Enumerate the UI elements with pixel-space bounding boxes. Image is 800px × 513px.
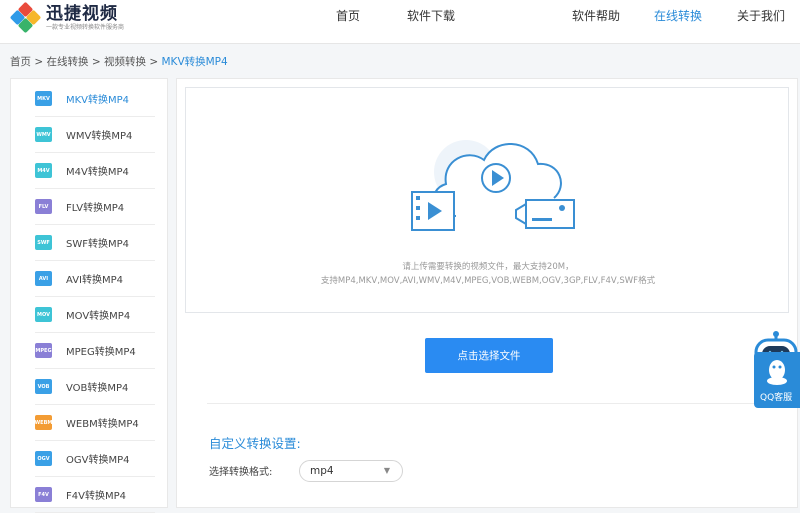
sidebar-item-mov[interactable]: MOV MOV转换MP4 bbox=[35, 297, 155, 333]
nav-home[interactable]: 首页 bbox=[336, 0, 360, 32]
upload-dropzone[interactable]: 请上传需要转换的视频文件，最大支持20M， 支持MP4,MKV,MOV,AVI,… bbox=[185, 87, 789, 313]
sidebar-item-label: M4V转换MP4 bbox=[66, 167, 129, 178]
sidebar-item-webm[interactable]: WEBM WEBM转换MP4 bbox=[35, 405, 155, 441]
select-file-button[interactable]: 点击选择文件 bbox=[425, 338, 553, 373]
sidebar-item-label: MKV转换MP4 bbox=[66, 95, 130, 106]
nav-online-convert[interactable]: 在线转换 bbox=[654, 0, 702, 32]
logo-subtitle: 一款专业视频转换软件服务商 bbox=[46, 24, 125, 31]
site-logo[interactable]: 迅捷视频 一款专业视频转换软件服务商 bbox=[9, 1, 125, 34]
sidebar-item-mpeg[interactable]: MPEG MPEG转换MP4 bbox=[35, 333, 155, 369]
logo-icon bbox=[9, 1, 42, 34]
breadcrumb: 首页 > 在线转换 > 视频转换 > MKV转换MP4 bbox=[10, 54, 228, 69]
sidebar-item-label: WEBM转换MP4 bbox=[66, 419, 139, 430]
mov-file-icon: MOV bbox=[35, 307, 52, 322]
main-panel: 请上传需要转换的视频文件，最大支持20M， 支持MP4,MKV,MOV,AVI,… bbox=[176, 78, 798, 508]
supported-formats: 支持MP4,MKV,MOV,AVI,WMV,M4V,MPEG,VOB,WEBM,… bbox=[320, 276, 656, 286]
qq-support-panel[interactable]: QQ客服 bbox=[754, 352, 800, 408]
webm-file-icon: WEBM bbox=[35, 415, 52, 430]
mpeg-file-icon: MPEG bbox=[35, 343, 52, 358]
settings-title: 自定义转换设置: bbox=[209, 436, 301, 451]
avi-file-icon: AVI bbox=[35, 271, 52, 286]
sidebar-item-m4v[interactable]: M4V M4V转换MP4 bbox=[35, 153, 155, 189]
breadcrumb-current: MKV转换MP4 bbox=[161, 56, 228, 68]
sidebar-item-label: AVI转换MP4 bbox=[66, 275, 124, 286]
sidebar-item-label: SWF转换MP4 bbox=[66, 239, 130, 250]
sidebar-item-label: MOV转换MP4 bbox=[66, 311, 131, 322]
cloud-video-upload-icon bbox=[411, 140, 575, 231]
qq-penguin-icon bbox=[767, 360, 787, 385]
qq-support-label: QQ客服 bbox=[760, 393, 793, 403]
breadcrumb-separator: > bbox=[149, 56, 159, 68]
sidebar-item-label: VOB转换MP4 bbox=[66, 383, 129, 394]
sidebar-item-vob[interactable]: VOB VOB转换MP4 bbox=[35, 369, 155, 405]
m4v-file-icon: M4V bbox=[35, 163, 52, 178]
flv-file-icon: FLV bbox=[35, 199, 52, 214]
sidebar: MKV MKV转换MP4 WMV WMV转换MP4 M4V M4V转换MP4 F… bbox=[10, 78, 168, 513]
swf-file-icon: SWF bbox=[35, 235, 52, 250]
sidebar-item-mkv[interactable]: MKV MKV转换MP4 bbox=[35, 81, 155, 117]
nav-about[interactable]: 关于我们 bbox=[737, 0, 785, 32]
breadcrumb-separator: > bbox=[34, 56, 44, 68]
sidebar-item-ogv[interactable]: OGV OGV转换MP4 bbox=[35, 441, 155, 477]
sidebar-item-label: OGV转换MP4 bbox=[66, 455, 130, 466]
breadcrumb-video-convert[interactable]: 视频转换 bbox=[104, 56, 146, 68]
nav-help[interactable]: 软件帮助 bbox=[572, 0, 620, 32]
sidebar-item-label: WMV转换MP4 bbox=[66, 131, 133, 142]
divider bbox=[207, 403, 769, 404]
top-header: 迅捷视频 一款专业视频转换软件服务商 首页 软件下载 软件帮助 在线转换 关于我… bbox=[0, 0, 800, 44]
wmv-file-icon: WMV bbox=[35, 127, 52, 142]
format-select[interactable]: mp4 ▼ bbox=[299, 460, 403, 482]
breadcrumb-online-convert[interactable]: 在线转换 bbox=[47, 56, 89, 68]
sidebar-item-avi[interactable]: AVI AVI转换MP4 bbox=[35, 261, 155, 297]
breadcrumb-separator: > bbox=[91, 56, 101, 68]
mkv-file-icon: MKV bbox=[35, 91, 52, 106]
format-value: mp4 bbox=[310, 465, 334, 477]
sidebar-item-label: FLV转换MP4 bbox=[66, 203, 125, 214]
breadcrumb-home[interactable]: 首页 bbox=[10, 56, 31, 68]
vob-file-icon: VOB bbox=[35, 379, 52, 394]
logo-title: 迅捷视频 bbox=[46, 4, 118, 24]
ogv-file-icon: OGV bbox=[35, 451, 52, 466]
sidebar-item-wmv[interactable]: WMV WMV转换MP4 bbox=[35, 117, 155, 153]
format-label: 选择转换格式: bbox=[209, 467, 273, 478]
sidebar-item-flv[interactable]: FLV FLV转换MP4 bbox=[35, 189, 155, 225]
chevron-down-icon: ▼ bbox=[383, 466, 390, 475]
sidebar-item-swf[interactable]: SWF SWF转换MP4 bbox=[35, 225, 155, 261]
sidebar-item-f4v[interactable]: F4V F4V转换MP4 bbox=[35, 477, 155, 513]
nav-download[interactable]: 软件下载 bbox=[407, 0, 455, 32]
upload-hint: 请上传需要转换的视频文件，最大支持20M， bbox=[402, 262, 574, 272]
sidebar-item-label: MPEG转换MP4 bbox=[66, 347, 136, 358]
